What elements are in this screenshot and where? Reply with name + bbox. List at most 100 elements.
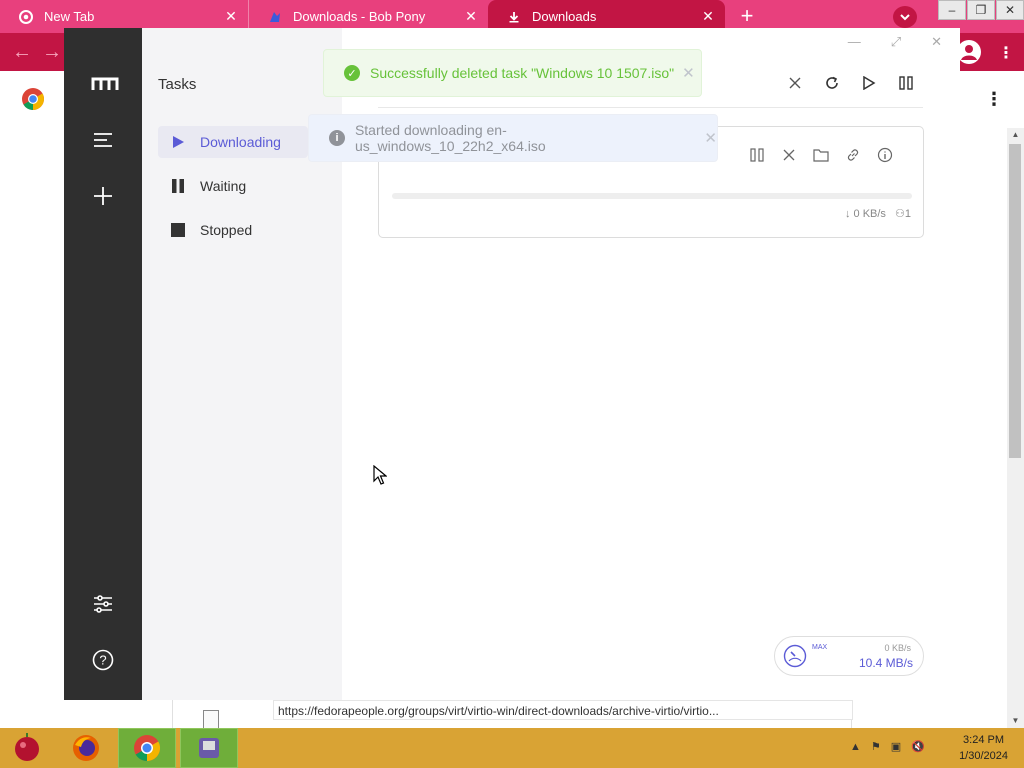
profile-button[interactable] <box>957 40 981 64</box>
download-icon <box>506 9 522 25</box>
refresh-icon[interactable] <box>823 74 841 92</box>
connections-icon: ⚇ <box>895 208 905 220</box>
app-icon <box>199 738 219 758</box>
task-progress-bar <box>392 193 912 199</box>
scroll-down-icon[interactable]: ▼ <box>1007 714 1024 728</box>
play-icon <box>170 134 186 150</box>
close-icon[interactable]: ✕ <box>682 64 695 82</box>
clock-time: 3:24 PM <box>963 734 1005 746</box>
chrome-logo-icon <box>21 87 45 111</box>
volume-muted-icon[interactable]: 🔇 <box>911 740 925 753</box>
download-speed: 10.4 MB/s <box>858 656 913 670</box>
chrome-icon <box>18 9 34 25</box>
page-menu-button[interactable]: ⋮ <box>985 89 1003 110</box>
menu-icon[interactable] <box>91 128 115 152</box>
help-icon[interactable]: ? <box>91 648 115 672</box>
speed-limit-label: MAX <box>812 644 828 651</box>
taskbar-firefox[interactable] <box>60 728 112 768</box>
motrix-logo-icon <box>91 72 119 96</box>
task-connections: 1 <box>904 208 911 220</box>
taskbar-motrix[interactable] <box>180 728 238 768</box>
task-toolbar <box>786 74 915 92</box>
new-tab-button[interactable]: + <box>736 5 758 28</box>
sidebar-item-stopped[interactable]: Stopped <box>158 214 308 246</box>
sidebar-item-downloading[interactable]: Downloading <box>158 126 308 158</box>
folder-icon[interactable] <box>813 147 829 163</box>
clock-date: 1/30/2024 <box>959 750 1008 762</box>
scroll-up-icon[interactable]: ▲ <box>1007 128 1024 142</box>
pause-all-icon[interactable] <box>897 74 915 92</box>
bob-pony-icon <box>267 9 283 25</box>
close-icon[interactable]: ✕ <box>931 34 942 50</box>
close-icon[interactable]: ✕ <box>704 129 717 147</box>
toolbar-divider <box>378 107 923 108</box>
windows-taskbar: ▲ ⚑ ▣ 🔇 3:24 PM 1/30/2024 <box>0 728 1024 768</box>
close-window-button[interactable]: ✕ <box>996 0 1024 20</box>
stop-icon <box>170 222 186 238</box>
task-actions <box>749 147 893 163</box>
firefox-icon <box>73 735 99 761</box>
svg-text:?: ? <box>99 653 106 668</box>
tray-chevron-up-icon[interactable]: ▲ <box>850 741 861 753</box>
resume-all-icon[interactable] <box>860 74 878 92</box>
sidebar-item-waiting[interactable]: Waiting <box>158 170 308 202</box>
page-scrollbar[interactable]: ▲ ▼ <box>1007 128 1024 728</box>
scrollbar-thumb[interactable] <box>1009 144 1021 458</box>
system-tray: ▲ ⚑ ▣ 🔇 <box>850 740 925 754</box>
forward-button[interactable]: → <box>42 42 62 62</box>
taskbar-clock[interactable]: 3:24 PM 1/30/2024 <box>959 732 1008 764</box>
task-speed: ↓ 0 KB/s <box>844 208 886 220</box>
toast-message: Started downloading en-us_windows_10_22h… <box>354 122 546 154</box>
app-rail: ? <box>64 28 142 700</box>
close-icon[interactable]: ✕ <box>701 9 715 23</box>
info-circle-icon: i <box>329 130 345 146</box>
tab-title: Downloads <box>532 9 597 24</box>
success-toast: ✓ Successfully deleted task "Windows 10 … <box>323 49 702 97</box>
info-icon[interactable] <box>877 147 893 163</box>
sidebar-item-label: Waiting <box>200 178 247 194</box>
file-icon <box>203 710 219 730</box>
status-url: https://fedorapeople.org/groups/virt/vir… <box>273 700 853 720</box>
minimize-icon[interactable]: — <box>848 34 861 50</box>
restore-button[interactable]: ❐ <box>967 0 995 20</box>
maximize-icon[interactable]: ⤢ <box>891 34 901 50</box>
avatar-icon <box>961 45 977 60</box>
window-controls: – ❐ ✕ <box>937 0 1024 20</box>
back-button[interactable]: ← <box>12 42 32 62</box>
sidebar-item-label: Stopped <box>200 222 253 238</box>
tab-title: Downloads - Bob Pony <box>293 9 426 24</box>
arrow-right-icon: → <box>42 41 62 63</box>
network-icon[interactable]: ▣ <box>891 740 901 753</box>
download-status-bar: https://fedorapeople.org/groups/virt/vir… <box>172 699 853 730</box>
task-stats: ↓ 0 KB/s ⚇1 <box>845 207 911 220</box>
arrow-left-icon: ← <box>12 41 32 63</box>
start-orb-icon <box>15 733 39 761</box>
toast-message: Successfully deleted task "Windows 10 15… <box>370 65 675 81</box>
speedometer[interactable]: MAX 0 KB/s 10.4 MB/s <box>774 636 924 676</box>
sidebar-item-label: Downloading <box>200 134 281 150</box>
minimize-button[interactable]: – <box>938 0 966 20</box>
close-icon[interactable]: ✕ <box>464 9 478 23</box>
tab-title: New Tab <box>44 9 95 24</box>
pause-icon[interactable] <box>749 147 765 163</box>
browser-menu-button[interactable]: ⋮ <box>998 43 1014 63</box>
flag-icon[interactable]: ⚑ <box>871 740 881 753</box>
check-circle-icon: ✓ <box>344 65 360 81</box>
chrome-icon <box>134 735 161 762</box>
tab-search-button[interactable] <box>893 6 917 28</box>
app-window-controls: — ⤢ ✕ <box>848 34 942 50</box>
sidebar-title: Tasks <box>158 76 197 93</box>
link-icon[interactable] <box>845 147 861 163</box>
settings-sliders-icon[interactable] <box>91 592 115 616</box>
info-toast: i Started downloading en-us_windows_10_2… <box>308 114 718 162</box>
taskbar-chrome[interactable] <box>118 728 176 768</box>
delete-all-icon[interactable] <box>786 74 804 92</box>
add-task-icon[interactable] <box>91 184 115 208</box>
mouse-cursor-icon <box>373 464 388 485</box>
close-icon[interactable]: ✕ <box>224 9 238 23</box>
speedometer-icon <box>783 644 807 668</box>
delete-icon[interactable] <box>781 147 797 163</box>
upload-speed: 0 KB/s <box>884 643 911 653</box>
pause-icon <box>170 178 186 194</box>
start-button[interactable] <box>5 728 49 768</box>
